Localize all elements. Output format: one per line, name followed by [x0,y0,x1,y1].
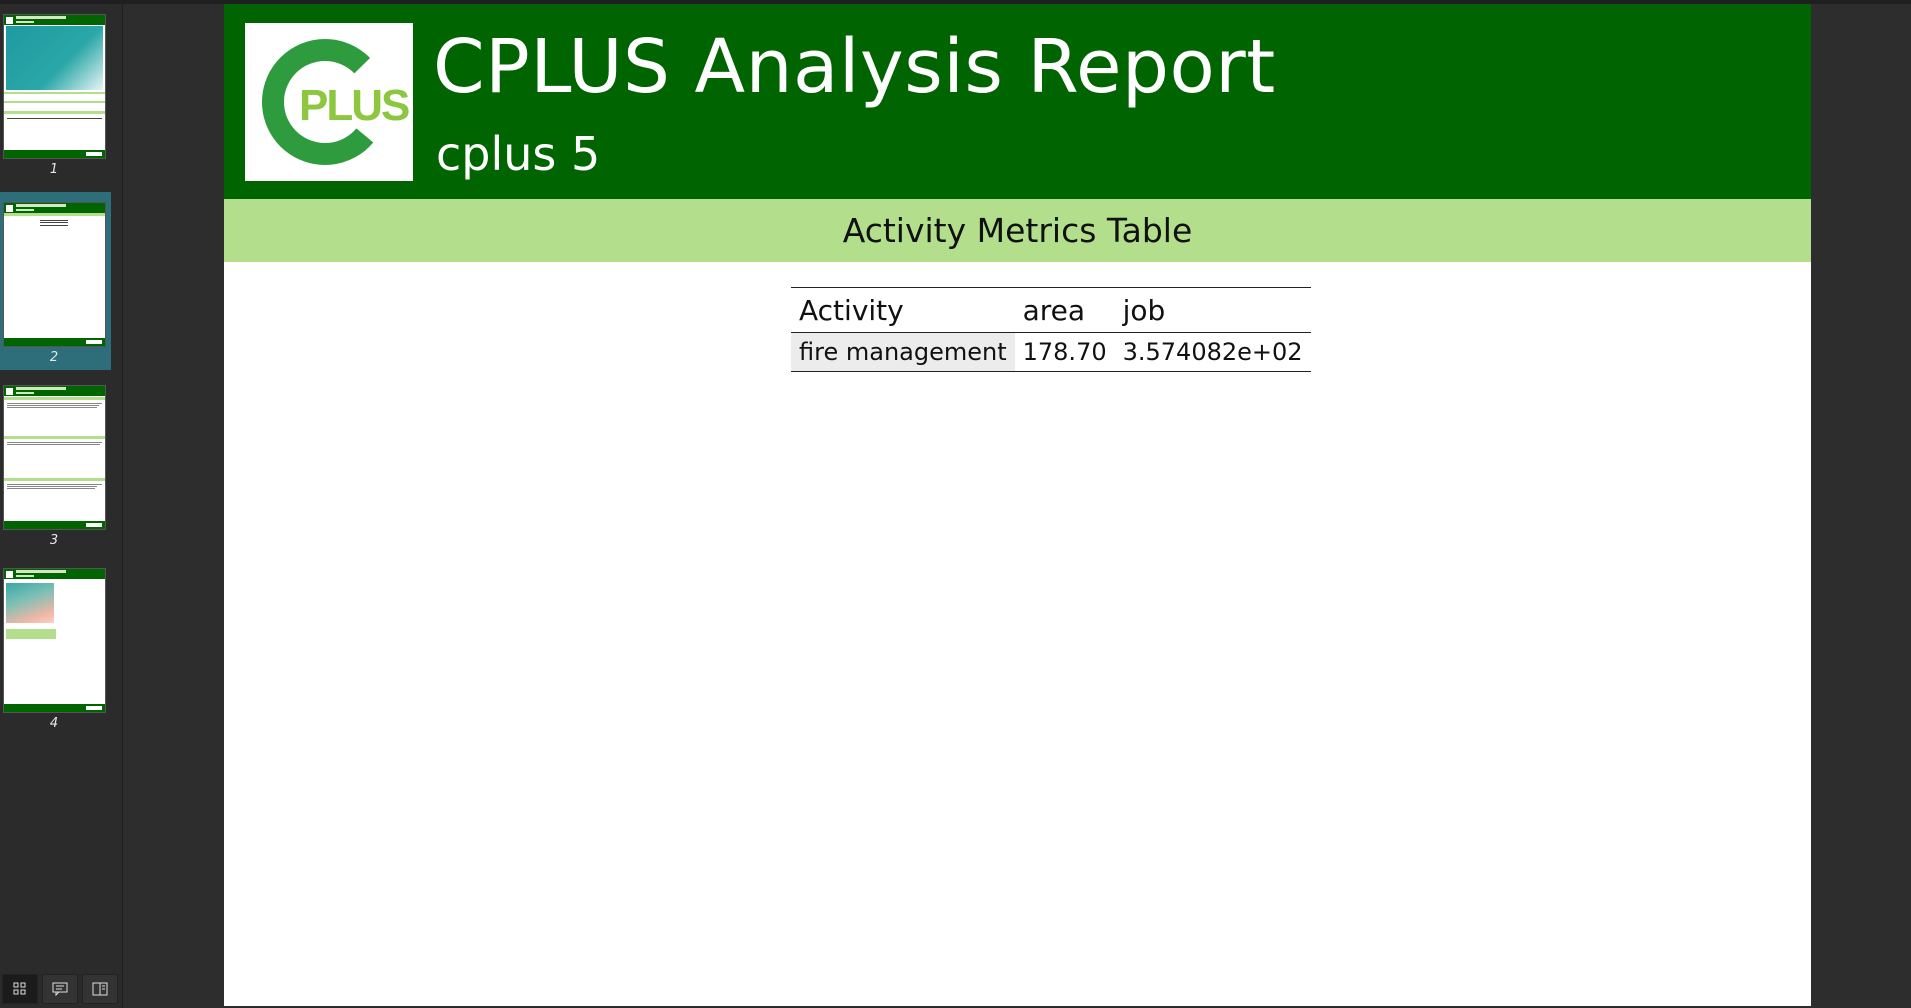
page-thumbnail-4[interactable]: 4 [0,558,111,736]
column-header-job: job [1114,287,1311,333]
cell-activity: fire management [791,332,1015,372]
page-number-label: 3 [49,533,59,548]
table-header-row: Activity area job [791,287,1311,333]
report-header: PLUS CPLUS Analysis Report cplus 5 [224,4,1811,199]
page-number-label: 4 [49,716,59,731]
column-header-activity: Activity [791,287,1015,333]
page-thumbnail-3[interactable]: 3 [0,375,111,553]
section-title: Activity Metrics Table [842,211,1193,250]
document-view[interactable]: PLUS CPLUS Analysis Report cplus 5 Activ… [123,4,1911,1008]
cell-area: 178.70 [1022,338,1107,366]
cell-job: 3.574082e+02 [1122,338,1303,366]
page-number-label: 2 [49,350,59,365]
pdf-page: PLUS CPLUS Analysis Report cplus 5 Activ… [224,4,1811,1006]
page-thumbnail-2[interactable]: 2 [0,192,111,370]
section-header: Activity Metrics Table [224,199,1811,262]
thumbnail-image [3,385,106,530]
thumbnail-image [3,202,106,347]
page-thumbnail-1[interactable]: 1 [0,4,111,182]
column-header-area: area [1014,287,1115,333]
grid-icon[interactable] [2,974,38,1004]
thumbnail-sidebar: 1 2 3 4 [0,4,123,1008]
cplus-logo: PLUS [245,23,413,181]
thumbnail-image [3,568,106,713]
sidebar-toolbar [0,974,118,1004]
comment-icon[interactable] [42,974,78,1004]
activity-metrics-table: Activity area job fire management 178.70… [791,287,1311,372]
thumbnail-image [3,14,106,159]
report-subtitle: cplus 5 [436,127,601,181]
logo-text: PLUS [299,81,409,130]
book-icon[interactable] [82,974,118,1004]
pdf-viewer: 1 2 3 4 PLUS CPLUS Analysis Report cplus… [0,0,1911,1008]
page-number-label: 1 [49,162,59,177]
table-row: fire management 178.70 3.574082e+02 [791,332,1311,372]
report-title: CPLUS Analysis Report [433,24,1276,110]
